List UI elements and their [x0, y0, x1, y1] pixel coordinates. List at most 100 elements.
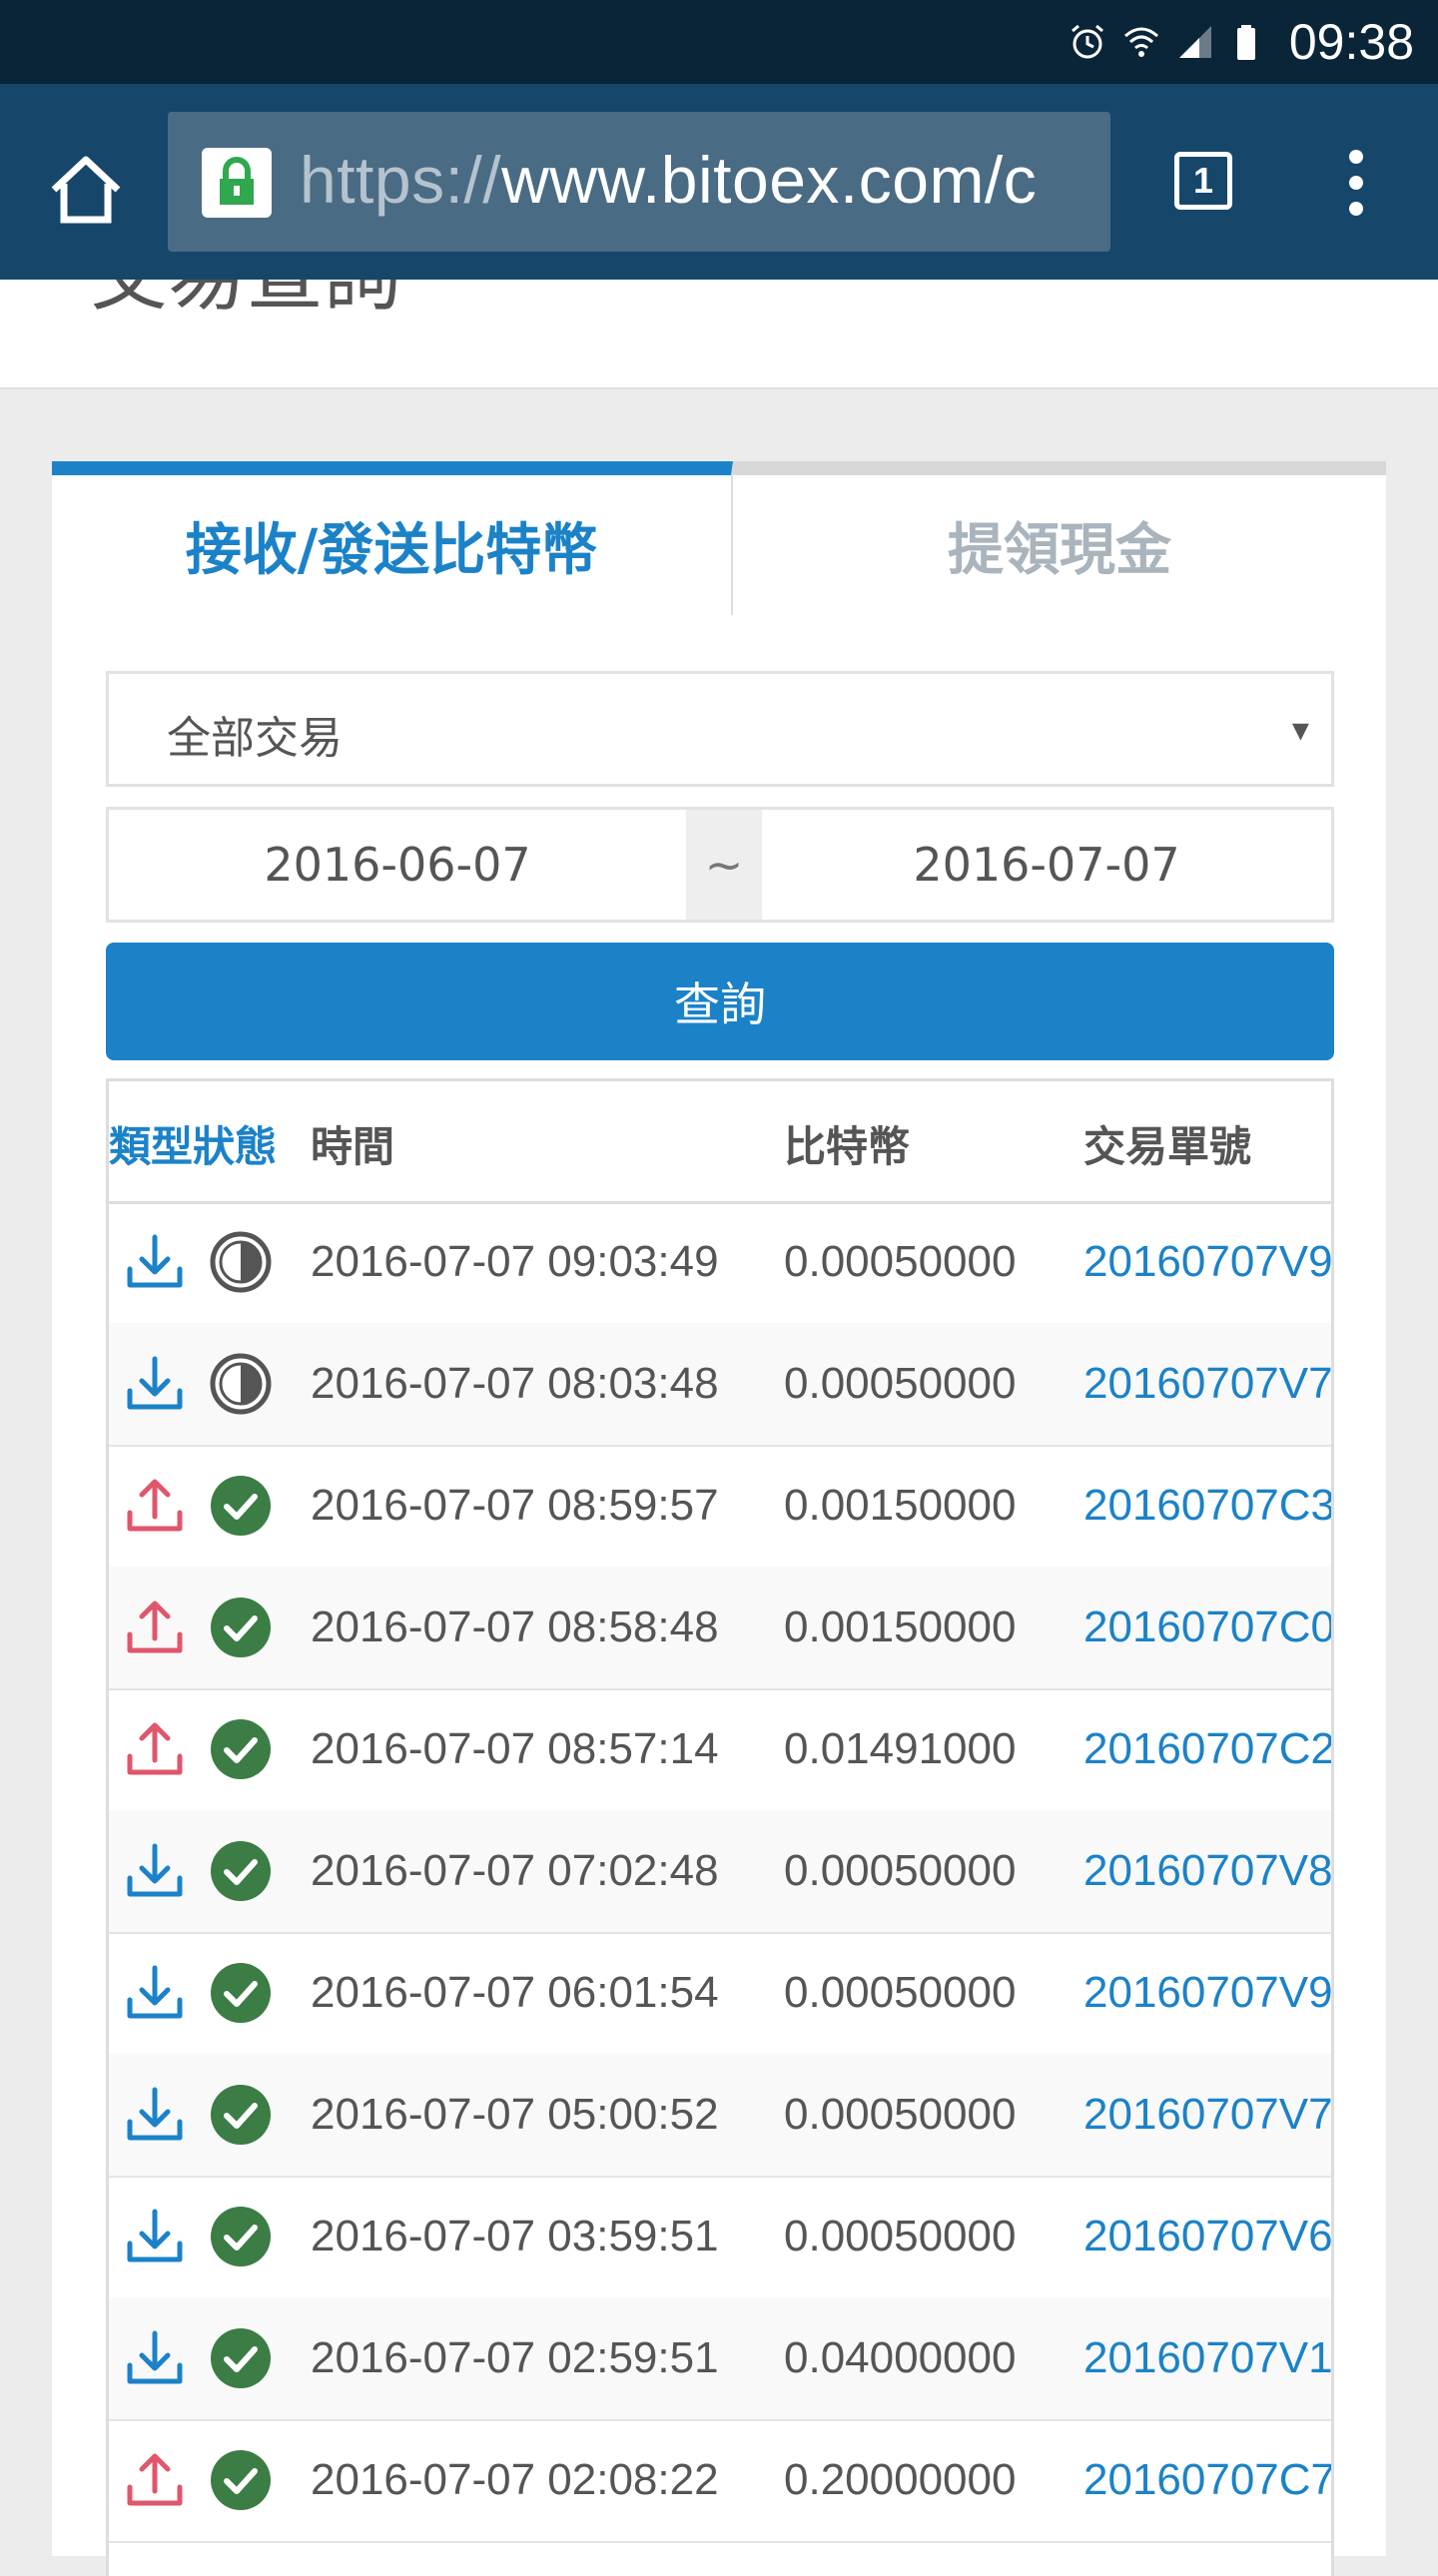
column-tx-id: 交易單號 [1083, 1122, 1252, 1171]
column-time: 時間 [311, 1122, 395, 1171]
transaction-type-value: 全部交易 [167, 713, 343, 764]
address-bar[interactable]: https://www.bitoex.com/c [168, 112, 1110, 252]
row-time: 2016-07-07 07:02:48 [311, 1846, 719, 1895]
row-tx-id-link[interactable]: 20160707V7 [1083, 1323, 1331, 1445]
check-circle-icon [205, 1932, 277, 2054]
table-row[interactable]: 2016-07-07 09:03:49 0.00050000 20160707V9 [109, 1201, 1331, 1325]
download-icon [119, 1810, 191, 1932]
row-btc-amount: 0.00050000 [784, 1359, 1017, 1408]
row-btc-amount: 0.00050000 [784, 2090, 1017, 2139]
check-circle-icon [205, 2297, 277, 2419]
table-row[interactable]: 2016-07-07 08:58:48 0.00150000 20160707C0 [109, 1567, 1331, 1690]
table-row[interactable]: 2016-07-07 07:02:48 0.00050000 20160707V8 [109, 1810, 1331, 1934]
alarm-icon [1071, 24, 1103, 59]
check-circle-icon [205, 2054, 277, 2176]
row-btc-amount: 0.00150000 [784, 1603, 1017, 1651]
download-icon [119, 1932, 191, 2054]
wifi-icon [1123, 27, 1158, 57]
table-row[interactable]: 2016-07-07 08:59:57 0.00150000 20160707C3 [109, 1445, 1331, 1569]
row-btc-amount: 0.00050000 [784, 1968, 1017, 2017]
overflow-menu-icon[interactable] [1338, 142, 1374, 226]
download-icon [119, 2297, 191, 2419]
check-circle-icon [205, 1567, 277, 1688]
upload-icon [119, 1567, 191, 1688]
row-time: 2016-07-07 09:03:49 [311, 1237, 719, 1286]
transaction-panel: 接收/發送比特幣 提領現金 全部交易 ▾ 2016-06-07 ~ 2016-0… [52, 461, 1386, 2576]
table-row[interactable]: 2016-07-07 02:59:51 0.04000000 20160707V1 [109, 2297, 1331, 2421]
clock: 09:38 [1288, 14, 1414, 70]
date-to-input[interactable]: 2016-07-07 [762, 810, 1331, 920]
row-tx-id-link[interactable]: 20160707V6 [1083, 2176, 1331, 2297]
date-range-separator: ~ [686, 810, 762, 920]
table-row[interactable]: 2016-07-07 08:03:48 0.00050000 20160707V7 [109, 1323, 1331, 1447]
status-icons: 09:38 [1068, 0, 1414, 84]
battery-icon [1236, 25, 1255, 60]
download-icon [119, 2176, 191, 2297]
query-button[interactable]: 查詢 [106, 943, 1334, 1060]
half-circle-icon [205, 1323, 277, 1445]
row-btc-amount: 0.00050000 [784, 1237, 1017, 1286]
lock-icon [202, 148, 272, 218]
row-tx-id-link[interactable]: 20160707V8 [1083, 1810, 1331, 1932]
transaction-type-select[interactable]: 全部交易 ▾ [106, 671, 1334, 787]
date-range: 2016-06-07 ~ 2016-07-07 [106, 807, 1334, 923]
row-time: 2016-07-07 08:57:14 [311, 1724, 719, 1773]
download-icon [119, 1323, 191, 1445]
row-tx-id-link[interactable]: 20160707C7 [1083, 2419, 1331, 2541]
table-row[interactable]: 2016-07-07 05:00:52 0.00050000 20160707V7 [109, 2054, 1331, 2178]
row-tx-id-link[interactable]: 20160707C3 [1083, 1445, 1331, 1567]
check-circle-icon [205, 1445, 277, 1567]
url-host: www.bitoex.com/c [501, 143, 1038, 217]
half-circle-icon [205, 1201, 277, 1323]
url-scheme: https:// [300, 143, 502, 217]
chevron-down-icon: ▾ [1291, 710, 1309, 750]
row-btc-amount: 0.00050000 [784, 1846, 1017, 1895]
row-btc-amount: 0.04000000 [784, 2333, 1017, 2382]
row-time: 2016-07-07 06:01:54 [311, 1968, 719, 2017]
date-from-input[interactable]: 2016-06-07 [109, 810, 686, 920]
row-time: 2016-07-07 02:59:51 [311, 2333, 719, 2382]
tab-send-receive-btc[interactable]: 接收/發送比特幣 [52, 461, 733, 615]
row-time: 2016-07-07 02:08:22 [311, 2455, 719, 2504]
check-circle-icon [205, 1810, 277, 1932]
status-bar: 09:38 [0, 0, 1438, 84]
home-icon[interactable] [44, 148, 128, 232]
table-header: 類型狀態 時間 比特幣 交易單號 [109, 1081, 1331, 1204]
check-circle-icon [205, 2176, 277, 2297]
tab-withdraw-cash[interactable]: 提領現金 [733, 461, 1386, 615]
tab-switcher-button[interactable]: 1 [1174, 152, 1232, 210]
download-icon [119, 1201, 191, 1323]
column-type-status: 類型狀態 [109, 1122, 278, 1171]
page-title: 交易查詢 [90, 280, 401, 325]
table-row[interactable]: 2016-07-07 03:59:51 0.00050000 20160707V6 [109, 2176, 1331, 2299]
table-row[interactable]: 2016-07-07 06:01:54 0.00050000 20160707V9 [109, 1932, 1331, 2056]
table-row[interactable]: 2016-07-07 02:08:22 0.20000000 20160707C7 [109, 2419, 1331, 2543]
row-btc-amount: 0.00150000 [784, 1481, 1017, 1530]
row-tx-id-link[interactable]: 20160707C2 [1083, 1688, 1331, 1810]
row-time: 2016-07-07 08:58:48 [311, 1603, 719, 1651]
page-header: 交易查詢 [0, 280, 1438, 389]
upload-icon [119, 1688, 191, 1810]
row-time: 2016-07-07 08:03:48 [311, 1359, 719, 1408]
upload-icon [119, 1445, 191, 1567]
row-btc-amount: 0.01491000 [784, 1724, 1017, 1773]
table-row[interactable]: 2016-07-07 08:57:14 0.01491000 20160707C2 [109, 1688, 1331, 1812]
row-btc-amount: 0.00050000 [784, 2212, 1017, 2260]
row-tx-id-link[interactable]: 20160707V9 [1083, 1932, 1331, 2054]
check-circle-icon [205, 1688, 277, 1810]
row-time: 2016-07-07 08:59:57 [311, 1481, 719, 1530]
column-btc: 比特幣 [784, 1122, 911, 1171]
row-btc-amount: 0.20000000 [784, 2455, 1017, 2504]
signal-icon [1178, 26, 1211, 58]
row-tx-id-link[interactable]: 20160707V7 [1083, 2054, 1331, 2176]
row-tx-id-link[interactable]: 20160707V1 [1083, 2297, 1331, 2419]
download-icon [119, 2054, 191, 2176]
row-time: 2016-07-07 05:00:52 [311, 2090, 719, 2139]
row-tx-id-link[interactable]: 20160707C0 [1083, 1567, 1331, 1688]
row-time: 2016-07-07 03:59:51 [311, 2212, 719, 2260]
check-circle-icon [205, 2419, 277, 2541]
browser-toolbar: https://www.bitoex.com/c 1 [0, 84, 1438, 280]
row-tx-id-link[interactable]: 20160707V9 [1083, 1201, 1331, 1323]
url-text: https://www.bitoex.com/c [300, 142, 1037, 218]
upload-icon [119, 2419, 191, 2541]
